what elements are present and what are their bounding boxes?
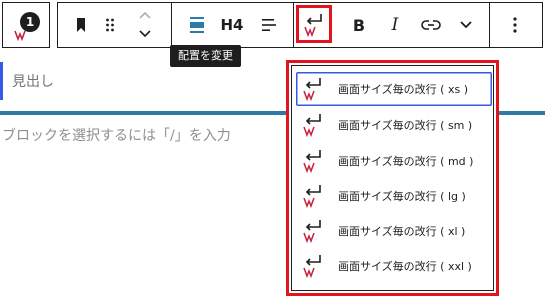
menu-item-label: 画面サイズ毎の改行 ( lg ) <box>338 190 466 203</box>
menu-item-label: 画面サイズ毎の改行 ( xs ) <box>338 83 468 96</box>
line-break-icon <box>302 148 328 174</box>
menu-item-lg[interactable]: 画面サイズ毎の改行 ( lg ) <box>296 179 492 213</box>
more-formats-button[interactable] <box>452 3 480 47</box>
heading-placeholder[interactable]: 見出し <box>12 71 54 91</box>
italic-label: I <box>391 15 399 35</box>
link-icon <box>421 20 441 30</box>
toolbar-divider <box>489 3 490 47</box>
menu-item-xl[interactable]: 画面サイズ毎の改行 ( xl ) <box>296 214 492 248</box>
line-break-dropdown: 画面サイズ毎の改行 ( xs ) 画面サイズ毎の改行 ( sm ) 画面サイズ毎… <box>286 60 499 296</box>
italic-button[interactable]: I <box>382 3 408 47</box>
line-break-icon <box>302 183 328 209</box>
menu-item-xxl[interactable]: 画面サイズ毎の改行 ( xxl ) <box>296 249 492 283</box>
bookmark-button[interactable] <box>66 3 96 47</box>
menu-item-label: 画面サイズ毎の改行 ( sm ) <box>338 119 473 132</box>
dropdown-menu: 画面サイズ毎の改行 ( xs ) 画面サイズ毎の改行 ( sm ) 画面サイズ毎… <box>291 65 494 291</box>
block-switcher[interactable]: 1 <box>2 2 50 48</box>
heading-level-label: H4 <box>220 16 244 34</box>
line-break-icon <box>302 112 328 138</box>
chevron-down-icon <box>139 30 151 38</box>
chevron-down-icon <box>460 21 472 29</box>
menu-item-xs[interactable]: 画面サイズ毎の改行 ( xs ) <box>296 72 492 106</box>
align-wide-icon <box>190 17 204 33</box>
chevron-up-icon <box>139 11 151 19</box>
align-left-icon <box>262 19 276 31</box>
move-up-button[interactable] <box>132 6 158 24</box>
text-align-button[interactable] <box>254 3 284 47</box>
bold-label: B <box>352 15 366 35</box>
bookmark-icon <box>77 18 85 32</box>
link-button[interactable] <box>416 3 446 47</box>
more-vertical-icon <box>513 17 517 33</box>
menu-item-sm[interactable]: 画面サイズ毎の改行 ( sm ) <box>296 108 492 142</box>
menu-item-label: 画面サイズ毎の改行 ( xxl ) <box>338 260 472 273</box>
drag-handle-icon <box>106 18 114 32</box>
tooltip: 配置を変更 <box>170 45 241 67</box>
align-button[interactable] <box>182 3 212 47</box>
heading-level-button[interactable]: H4 <box>216 3 248 47</box>
heading-block-indicator <box>0 62 3 100</box>
options-button[interactable] <box>498 3 532 47</box>
line-break-icon <box>302 253 328 279</box>
menu-item-label: 画面サイズ毎の改行 ( xl ) <box>338 225 466 238</box>
highlight-outline <box>296 5 332 43</box>
bold-button[interactable]: B <box>346 3 372 47</box>
line-break-icon <box>302 76 328 102</box>
toolbar-divider <box>171 3 172 47</box>
line-break-icon <box>302 218 328 244</box>
toolbar-divider <box>293 3 294 47</box>
paragraph-placeholder[interactable]: ブロックを選択するには「/」を入力 <box>2 125 231 145</box>
move-down-button[interactable] <box>132 25 158 43</box>
drag-handle[interactable] <box>98 3 122 47</box>
menu-item-md[interactable]: 画面サイズ毎の改行 ( md ) <box>296 144 492 178</box>
plugin-badge-icon <box>14 30 26 41</box>
menu-item-label: 画面サイズ毎の改行 ( md ) <box>338 155 474 168</box>
